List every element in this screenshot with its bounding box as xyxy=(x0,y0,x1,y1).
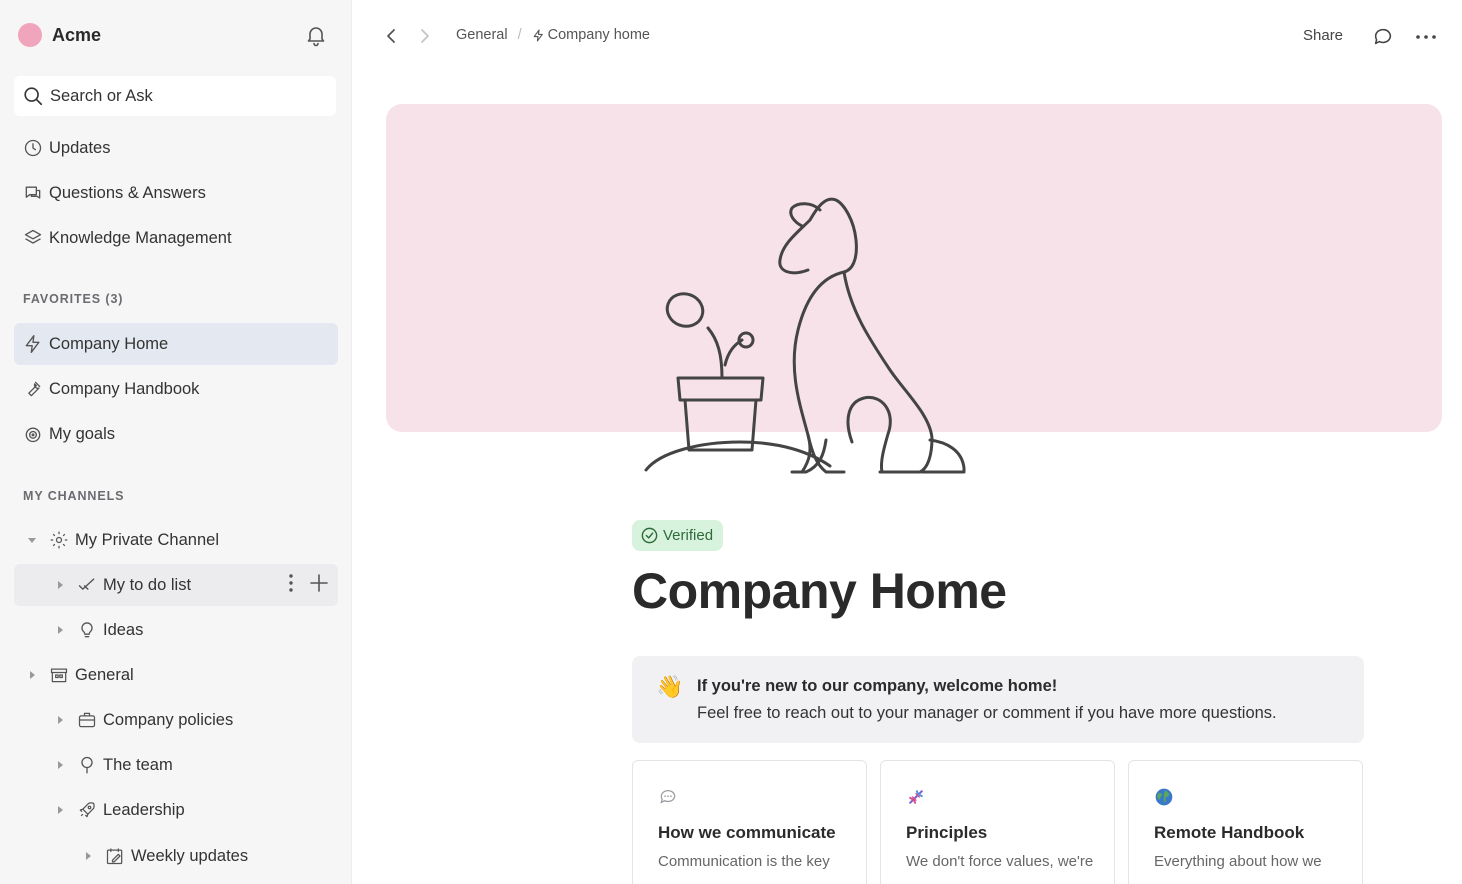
channel-ideas[interactable]: Ideas xyxy=(14,609,338,651)
checkmark-icon xyxy=(76,574,98,596)
clock-icon xyxy=(22,137,44,159)
channel-label: Company policies xyxy=(103,710,234,729)
layers-icon xyxy=(22,227,44,249)
card-title: Remote Handbook xyxy=(1154,823,1305,842)
workspace-name: Acme xyxy=(52,24,102,45)
lightning-icon xyxy=(532,29,545,42)
add-icon[interactable] xyxy=(310,573,328,597)
card-remote-handbook[interactable]: Remote Handbook Everything about how we xyxy=(1128,760,1363,884)
workspace-avatar xyxy=(18,23,42,47)
channel-label: The team xyxy=(103,755,173,774)
card-how-we-communicate[interactable]: How we communicate Communication is the … xyxy=(632,760,867,884)
building-icon xyxy=(48,664,70,686)
rocket-icon xyxy=(76,799,98,821)
nav-questions-answers[interactable]: Questions & Answers xyxy=(14,172,338,214)
favorite-company-handbook[interactable]: Company Handbook xyxy=(14,368,338,410)
nav-knowledge-management[interactable]: Knowledge Management xyxy=(14,217,338,259)
callout-title: If you're new to our company, welcome ho… xyxy=(697,677,1058,695)
favorite-company-home[interactable]: Company Home xyxy=(14,323,338,365)
globe-icon xyxy=(1154,787,1176,809)
nav-updates[interactable]: Updates xyxy=(14,127,338,169)
page-title[interactable]: Company Home xyxy=(632,562,1007,620)
gear-icon xyxy=(48,529,70,551)
favorite-label: My goals xyxy=(49,424,116,443)
card-description: Everything about how we xyxy=(1154,853,1322,870)
verified-label: Verified xyxy=(663,527,714,544)
more-horizontal-icon[interactable] xyxy=(1414,26,1438,48)
channel-label: Weekly updates xyxy=(131,846,249,865)
caret-right-icon[interactable] xyxy=(54,759,66,771)
channel-label: Leadership xyxy=(103,800,185,819)
back-arrow-icon[interactable] xyxy=(382,26,402,46)
speech-bubble-icon xyxy=(658,787,680,809)
card-title: How we communicate xyxy=(658,823,836,842)
channel-company-policies[interactable]: Company policies xyxy=(14,699,338,741)
caret-right-icon[interactable] xyxy=(26,669,38,681)
lightning-icon xyxy=(22,333,44,355)
top-bar: General / Company home Share xyxy=(352,0,1462,72)
card-title: Principles xyxy=(906,823,988,842)
target-icon xyxy=(22,423,44,445)
channel-leadership[interactable]: Leadership xyxy=(14,789,338,831)
nav-qa-label: Questions & Answers xyxy=(49,183,206,202)
channel-the-team[interactable]: The team xyxy=(14,744,338,786)
caret-right-icon[interactable] xyxy=(54,624,66,636)
breadcrumb-parent[interactable]: General xyxy=(456,27,508,43)
favorite-label: Company Handbook xyxy=(49,379,200,398)
waving-hand-icon: 👋 xyxy=(656,674,684,699)
nav-km-label: Knowledge Management xyxy=(49,228,232,247)
forward-arrow-icon[interactable] xyxy=(414,26,434,46)
breadcrumb-separator: / xyxy=(517,27,522,43)
channel-my-private-channel[interactable]: My Private Channel xyxy=(14,519,338,561)
verified-badge[interactable]: Verified xyxy=(632,520,724,551)
favorites-header: FAVORITES (3) xyxy=(23,292,124,306)
callout-body: Feel free to reach out to your manager o… xyxy=(697,704,1277,722)
channels-header: MY CHANNELS xyxy=(23,489,125,503)
search-input[interactable]: Search or Ask xyxy=(14,76,336,116)
workspace-switcher[interactable]: Acme xyxy=(18,22,101,48)
channel-label: My Private Channel xyxy=(75,530,219,549)
more-vertical-icon[interactable] xyxy=(288,573,294,598)
channel-my-to-do-list[interactable]: My to do list xyxy=(14,564,338,606)
favorite-my-goals[interactable]: My goals xyxy=(14,413,338,455)
notification-bell-icon[interactable] xyxy=(304,23,328,47)
share-button[interactable]: Share xyxy=(1303,27,1343,44)
caret-right-icon[interactable] xyxy=(54,804,66,816)
caret-right-icon[interactable] xyxy=(54,714,66,726)
wrench-icon xyxy=(22,378,44,400)
favorite-label: Company Home xyxy=(49,334,169,353)
briefcase-icon xyxy=(76,709,98,731)
channel-label: General xyxy=(75,665,134,684)
lightbulb-icon xyxy=(76,619,98,641)
caret-right-icon[interactable] xyxy=(82,850,94,862)
sidebar: Acme Search or Ask Updates Questions & A… xyxy=(0,0,352,884)
channel-weekly-updates[interactable]: Weekly updates xyxy=(14,835,338,877)
dna-icon xyxy=(906,787,928,809)
card-description: Communication is the key xyxy=(658,853,830,870)
dog-and-plant-illustration xyxy=(644,197,966,474)
search-icon xyxy=(24,87,43,106)
search-placeholder: Search or Ask xyxy=(50,86,153,105)
channel-label: Ideas xyxy=(103,620,144,639)
welcome-callout: 👋 If you're new to our company, welcome … xyxy=(632,656,1364,743)
channel-general[interactable]: General xyxy=(14,654,338,696)
breadcrumb-current[interactable]: Company home xyxy=(548,27,650,43)
breadcrumb: General / Company home xyxy=(456,27,650,43)
card-principles[interactable]: Principles We don't force values, we're xyxy=(880,760,1115,884)
calendar-edit-icon xyxy=(104,845,126,867)
map-pin-icon xyxy=(76,754,98,776)
caret-down-icon[interactable] xyxy=(26,534,38,546)
card-description: We don't force values, we're xyxy=(906,853,1094,870)
caret-right-icon[interactable] xyxy=(54,579,66,591)
nav-updates-label: Updates xyxy=(49,138,111,157)
chat-bubbles-icon xyxy=(22,182,44,204)
channel-label: My to do list xyxy=(103,575,192,594)
comment-icon[interactable] xyxy=(1372,26,1394,48)
check-circle-icon xyxy=(641,527,658,544)
